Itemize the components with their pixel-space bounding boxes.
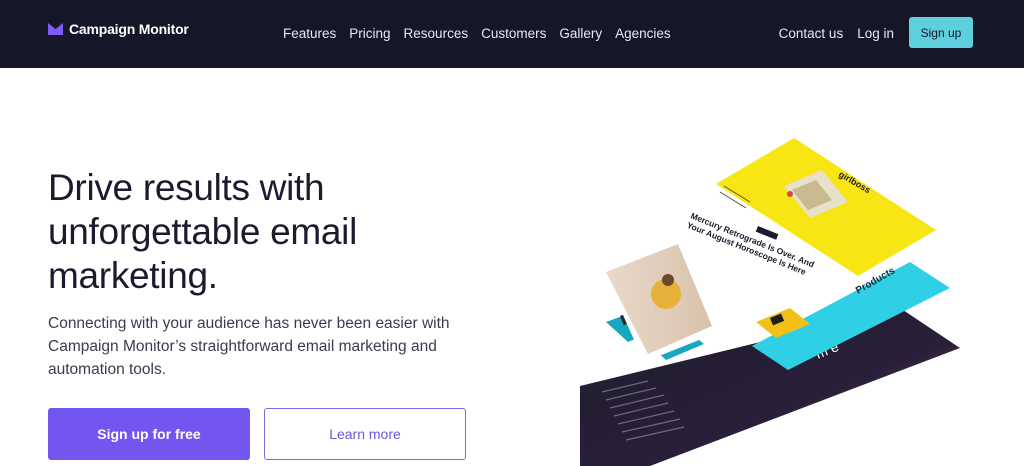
email-layers-illustration: m e Products Mercury Retrograde Is Over.… <box>580 138 960 466</box>
hero-title: Drive results with unforgettable email m… <box>48 167 357 296</box>
nav-link-gallery[interactable]: Gallery <box>559 26 602 41</box>
nav-sign-up-button[interactable]: Sign up <box>909 17 973 48</box>
brand-name: Campaign Monitor <box>69 21 189 37</box>
nav-link-customers[interactable]: Customers <box>481 26 546 41</box>
top-navbar: Campaign Monitor Features Pricing Resour… <box>0 0 1024 68</box>
brand-logo[interactable]: Campaign Monitor <box>48 21 189 37</box>
log-in-link[interactable]: Log in <box>857 26 894 41</box>
nav-link-features[interactable]: Features <box>283 26 336 41</box>
campaign-monitor-logo-icon <box>48 23 63 35</box>
contact-us-link[interactable]: Contact us <box>779 26 844 41</box>
nav-link-pricing[interactable]: Pricing <box>349 26 390 41</box>
hero-subtitle: Connecting with your audience has never … <box>48 315 450 378</box>
sign-up-for-free-button[interactable]: Sign up for free <box>48 408 250 460</box>
main-nav: Features Pricing Resources Customers Gal… <box>283 26 671 41</box>
nav-link-resources[interactable]: Resources <box>404 26 469 41</box>
nav-account-links: Contact us Log in <box>779 26 894 41</box>
nav-link-agencies[interactable]: Agencies <box>615 26 671 41</box>
learn-more-button[interactable]: Learn more <box>264 408 466 460</box>
